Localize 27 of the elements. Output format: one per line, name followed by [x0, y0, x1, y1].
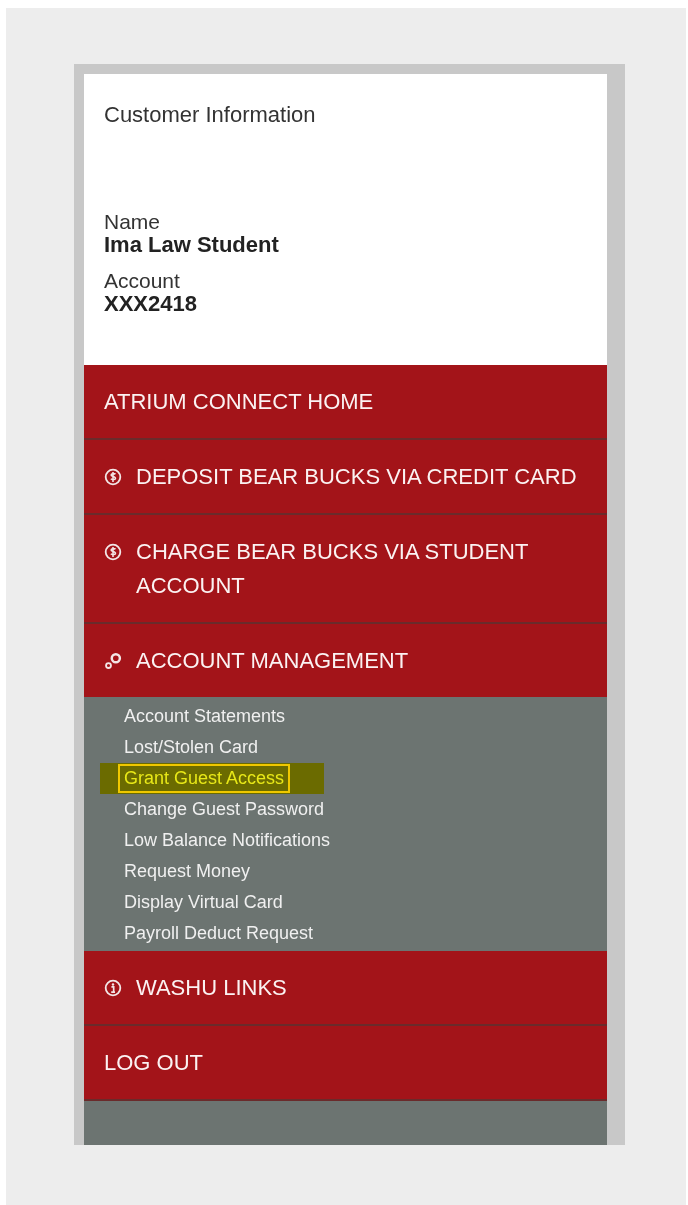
nav-item[interactable]: WASHU LINKS [84, 951, 607, 1026]
nav-item[interactable]: ATRIUM CONNECT HOME [84, 365, 607, 440]
dollar-circle-icon [104, 543, 122, 561]
field-label: Account [104, 269, 181, 292]
field-label: Name [104, 210, 162, 233]
nav-label: DEPOSIT BEAR BUCKS VIA CREDIT CARD [136, 463, 578, 491]
gears-icon [104, 652, 122, 670]
nav-label: ACCOUNT MANAGEMENT [136, 647, 410, 675]
nav-item[interactable]: CHARGE BEAR BUCKS VIA STUDENT ACCOUNT [84, 515, 607, 624]
submenu-link[interactable]: Account Statements [118, 702, 292, 731]
submenu-link[interactable]: Low Balance Notifications [118, 826, 337, 855]
nav-label: WASHU LINKS [136, 974, 288, 1002]
submenu-link[interactable]: Request Money [118, 857, 257, 886]
panel-title: Customer Information [104, 102, 317, 128]
submenu-link[interactable]: Display Virtual Card [118, 888, 289, 917]
nav-item[interactable]: ACCOUNT MANAGEMENT [84, 624, 607, 699]
nav-item[interactable]: DEPOSIT BEAR BUCKS VIA CREDIT CARD [84, 440, 607, 515]
nav-label: CHARGE BEAR BUCKS VIA STUDENT ACCOUNT [136, 538, 529, 600]
submenu-link[interactable]: Payroll Deduct Request [118, 919, 320, 948]
dollar-circle-icon [104, 468, 122, 486]
info-circle-icon [104, 979, 122, 997]
nav-item[interactable]: LOG OUT [84, 1026, 607, 1101]
submenu-link[interactable]: Change Guest Password [118, 795, 331, 824]
field-value: Ima Law Student [104, 233, 280, 257]
field-value: XXX2418 [104, 292, 198, 316]
submenu-link[interactable]: Lost/Stolen Card [118, 733, 265, 762]
submenu-link[interactable]: Grant Guest Access [118, 764, 291, 793]
